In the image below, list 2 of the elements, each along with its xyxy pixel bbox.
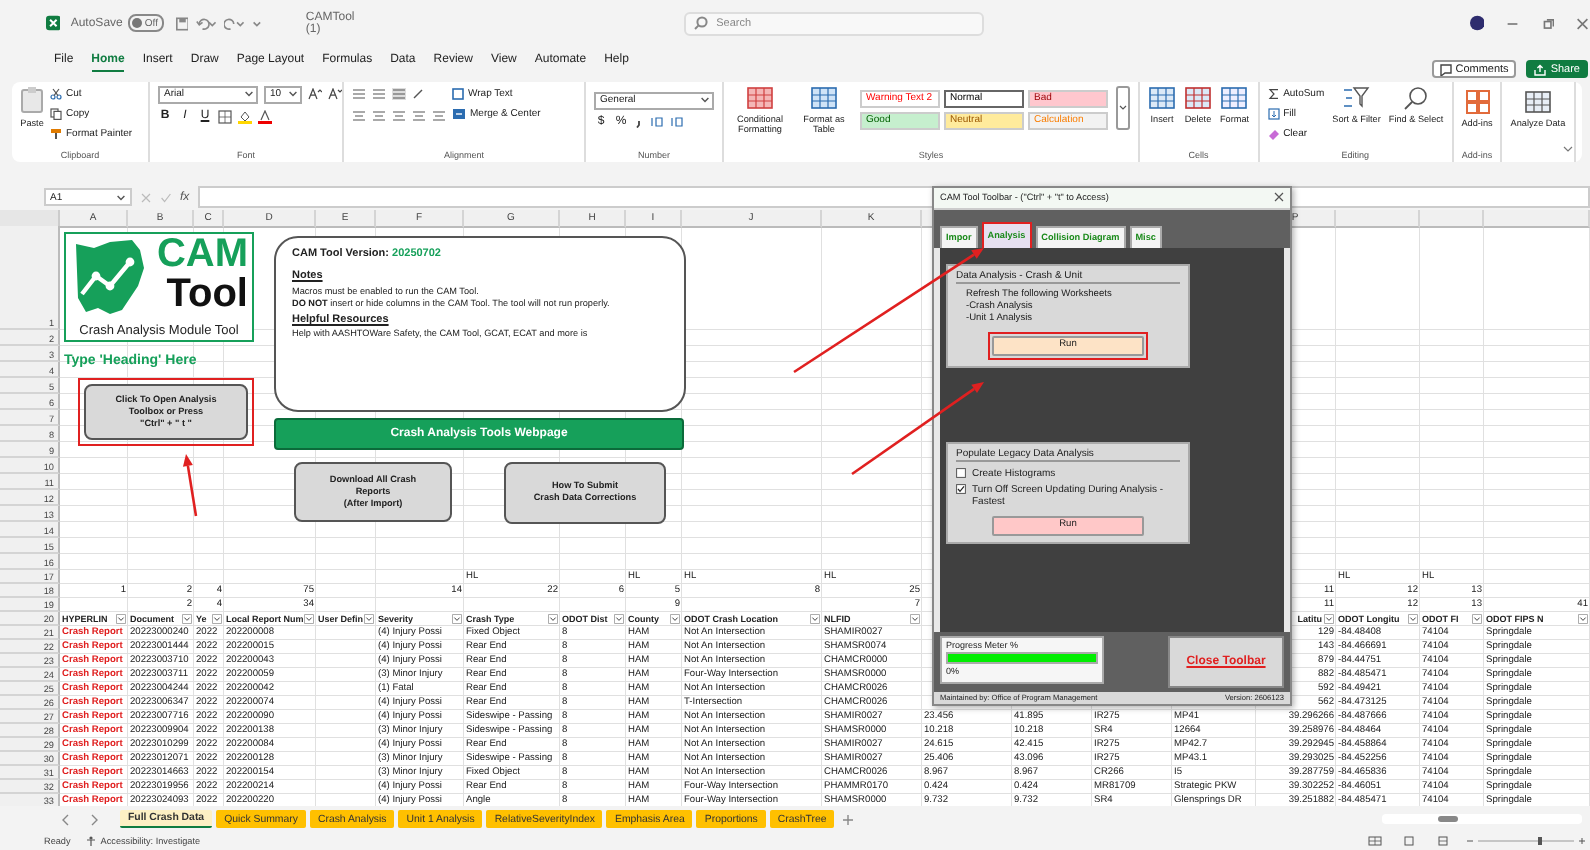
logo-word: CAM xyxy=(156,233,248,274)
logo-word: Tool xyxy=(166,273,248,314)
